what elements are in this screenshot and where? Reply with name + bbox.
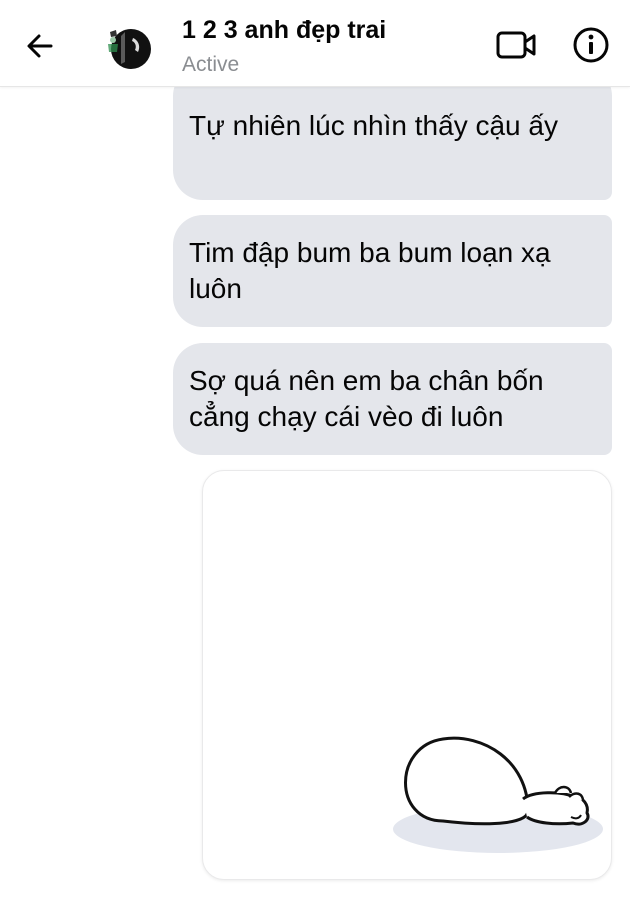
chat-header: 1 2 3 anh đẹp trai Active <box>0 0 630 87</box>
contact-status: Active <box>182 53 240 76</box>
back-arrow-icon <box>27 34 53 58</box>
back-button[interactable] <box>18 26 62 66</box>
contact-name[interactable]: 1 2 3 anh đẹp trai <box>182 16 386 45</box>
avatar[interactable] <box>102 22 154 72</box>
message-bubble[interactable]: Sợ quá nên em ba chân bốn cẳng chạy cái … <box>173 343 612 455</box>
chat-screen: 1 2 3 anh đẹp trai Active Tự nhiên lúc n… <box>0 0 630 897</box>
video-call-button[interactable] <box>494 26 540 64</box>
message-bubble[interactable]: Tim đập bum ba bum loạn xạ luôn <box>173 215 612 327</box>
sticker-image <box>393 736 603 853</box>
video-call-icon <box>496 31 536 59</box>
info-button[interactable] <box>570 24 612 66</box>
info-icon <box>573 27 609 63</box>
sticker-message[interactable] <box>202 470 612 880</box>
